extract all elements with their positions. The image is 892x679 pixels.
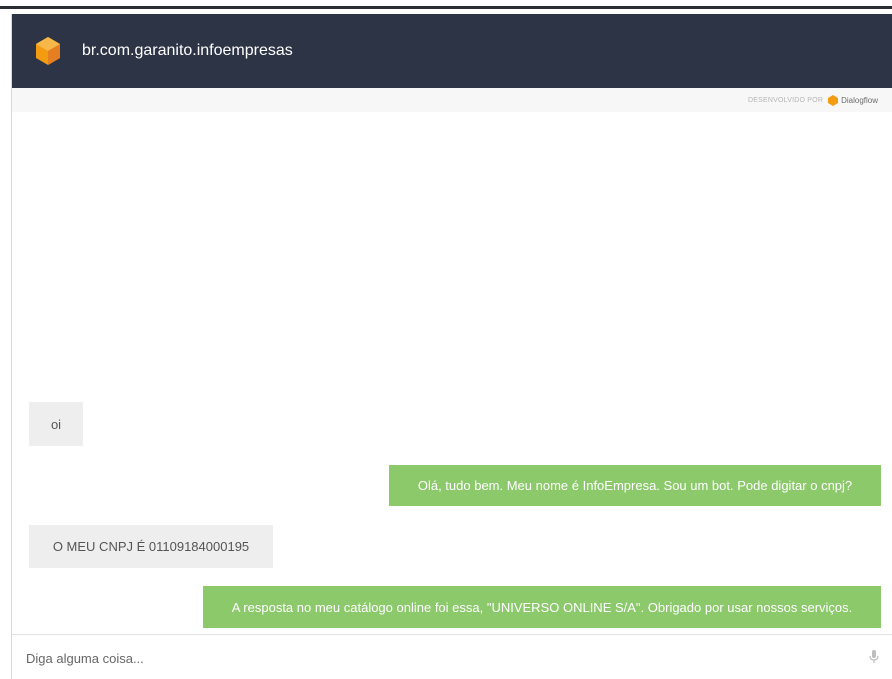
powered-by-bar: DESENVOLVIDO POR Dialogflow	[12, 88, 892, 112]
user-message: O MEU CNPJ É 01109184000195	[29, 525, 273, 568]
top-divider	[0, 6, 892, 9]
user-message: oi	[29, 402, 83, 446]
orange-cube-icon	[36, 37, 60, 65]
dialogflow-icon	[828, 94, 839, 106]
microphone-icon[interactable]	[868, 649, 880, 665]
message-list: oi Olá, tudo bem. Meu nome é InfoEmpresa…	[12, 112, 892, 632]
chat-header: br.com.garanito.infoempresas	[12, 14, 892, 88]
powered-by-label: DESENVOLVIDO POR	[748, 96, 824, 104]
agent-title: br.com.garanito.infoempresas	[82, 42, 293, 59]
bot-message: A resposta no meu catálogo online foi es…	[203, 586, 881, 628]
message-input[interactable]	[24, 643, 848, 673]
chat-widget: br.com.garanito.infoempresas DESENVOLVID…	[11, 14, 892, 679]
input-bar	[12, 634, 892, 679]
bot-message: Olá, tudo bem. Meu nome é InfoEmpresa. S…	[389, 465, 881, 506]
dialogflow-link[interactable]: Dialogflow	[841, 96, 878, 105]
